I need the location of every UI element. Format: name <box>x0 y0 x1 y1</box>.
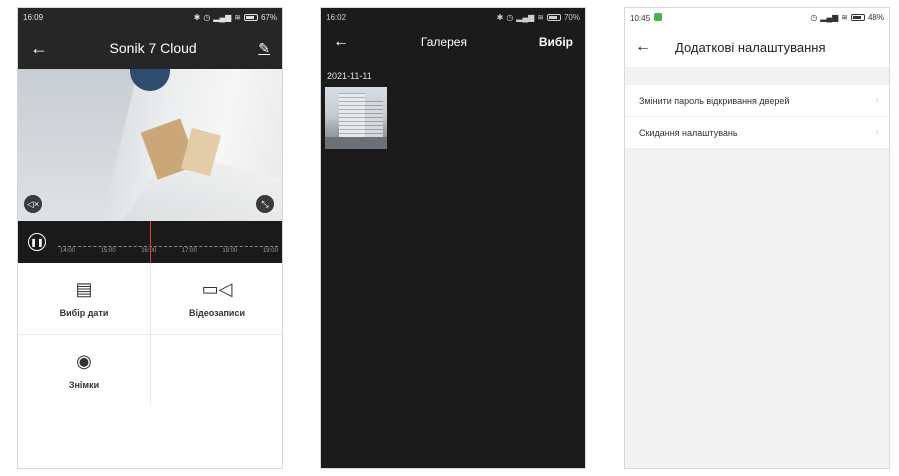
action-grid: ▤ Вибір дати ▭◁ Відеозаписи ◉ Знімки <box>18 263 282 405</box>
status-bar: 16:02 ✱ ◷ ▂▄▆ ≋ 70% <box>321 8 585 27</box>
page-title: Галерея <box>420 35 467 49</box>
gallery-thumbnail[interactable] <box>325 87 387 149</box>
wifi-icon: ≋ <box>234 13 241 22</box>
calendar-icon: ▤ <box>75 279 93 299</box>
battery-level: 67% <box>260 13 277 22</box>
bluetooth-icon: ✱ <box>193 13 201 22</box>
status-bar: 16:09 ✱ ◷ ▂▄▆ ≋ 67% <box>18 8 282 27</box>
video-records-button[interactable]: ▭◁ Відеозаписи <box>151 263 282 334</box>
edit-icon[interactable]: ✎ <box>258 40 270 57</box>
device-screen-settings: 10:45 ◷ ▂▄▆ ≋ 48% ← Додаткові налаштуван… <box>624 7 890 469</box>
alarm-icon: ◷ <box>203 13 211 22</box>
battery-level: 48% <box>867 13 884 22</box>
wifi-icon: ≋ <box>841 13 848 22</box>
bluetooth-icon: ✱ <box>496 13 504 22</box>
back-arrow-icon[interactable]: ← <box>30 38 48 59</box>
timeline-label: 18:00 <box>222 248 238 254</box>
signal-icon: ▂▄▆ <box>820 13 839 22</box>
battery-icon <box>546 14 561 21</box>
camera-icon: ◉ <box>76 351 92 371</box>
video-view[interactable]: ◁× ⤡ <box>18 69 282 221</box>
chevron-right-icon: › <box>875 127 879 138</box>
snapshots-button[interactable]: ◉ Знімки <box>18 335 150 406</box>
page-title: Sonik 7 Cloud <box>109 40 197 56</box>
battery-level: 70% <box>563 13 580 22</box>
status-bar: 10:45 ◷ ▂▄▆ ≋ 48% <box>625 8 889 27</box>
gallery-date: 2021-11-11 <box>327 71 372 81</box>
device-screen-gallery: 16:02 ✱ ◷ ▂▄▆ ≋ 70% ← Галерея Вибір 2021… <box>320 7 586 469</box>
chevron-right-icon: › <box>875 95 879 106</box>
battery-icon <box>243 14 258 21</box>
status-time: 16:09 <box>23 13 44 22</box>
page-title: Додаткові налаштування <box>675 39 826 55</box>
settings-list: Змінити пароль відкривання дверей › Скид… <box>625 85 889 149</box>
wifi-icon: ≋ <box>537 13 544 22</box>
app-notification-icon <box>654 12 663 21</box>
playback-timeline[interactable]: ❚❚ 14:00 15:00 16:00 17:00 18:00 19:00 <box>18 221 282 263</box>
reset-settings-item[interactable]: Скидання налаштувань › <box>625 117 889 149</box>
battery-icon <box>850 14 865 21</box>
app-header: ← Галерея Вибір <box>321 27 585 57</box>
timeline-label: 17:00 <box>181 248 197 254</box>
device-screen-camera: 16:09 ✱ ◷ ▂▄▆ ≋ 67% ← Sonik 7 Cloud ✎ ◁×… <box>17 7 283 469</box>
alarm-icon: ◷ <box>506 13 514 22</box>
timeline-label: 16:00 <box>141 248 157 254</box>
pause-icon[interactable]: ❚❚ <box>28 233 46 251</box>
list-item-label: Скидання налаштувань <box>639 127 738 138</box>
status-time: 16:02 <box>326 13 347 22</box>
app-header: ← Sonik 7 Cloud ✎ <box>18 27 282 69</box>
back-arrow-icon[interactable]: ← <box>635 38 675 56</box>
timeline-label: 14:00 <box>60 248 76 254</box>
playhead[interactable] <box>150 221 151 263</box>
signal-icon: ▂▄▆ <box>516 13 535 22</box>
alarm-icon: ◷ <box>810 13 818 22</box>
app-header: ← Додаткові налаштування <box>625 27 889 67</box>
timeline-label: 15:00 <box>100 248 116 254</box>
timeline-label: 19:00 <box>262 248 278 254</box>
select-button[interactable]: Вибір <box>539 35 573 49</box>
status-time: 10:45 <box>630 13 651 23</box>
fullscreen-icon[interactable]: ⤡ <box>256 195 274 213</box>
signal-icon: ▂▄▆ <box>213 13 232 22</box>
back-arrow-icon[interactable]: ← <box>333 33 349 51</box>
list-item-label: Змінити пароль відкривання дверей <box>639 95 790 106</box>
select-date-button[interactable]: ▤ Вибір дати <box>18 263 150 334</box>
change-door-password-item[interactable]: Змінити пароль відкривання дверей › <box>625 85 889 117</box>
mute-icon[interactable]: ◁× <box>24 195 42 213</box>
video-camera-icon: ▭◁ <box>201 279 233 299</box>
